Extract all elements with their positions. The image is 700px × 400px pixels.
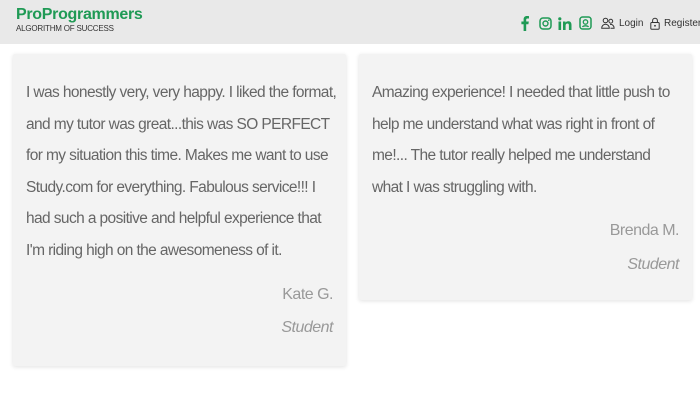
register-link[interactable]: Register <box>650 17 700 30</box>
testimonial-role: Student <box>281 319 333 336</box>
user-group-icon <box>601 17 615 29</box>
social-links <box>518 14 598 32</box>
instagram-icon[interactable] <box>538 15 552 31</box>
brand-name: ProProgrammers <box>16 6 143 23</box>
facebook-icon[interactable] <box>518 15 532 31</box>
testimonial-author: Kate G. <box>282 286 333 303</box>
brand-tagline: ALGORITHM OF SUCCESS <box>16 24 114 33</box>
login-label: Login <box>619 17 644 29</box>
chat-icon[interactable] <box>578 15 592 31</box>
testimonial-author: Brenda M. <box>609 222 680 239</box>
testimonial-card: Amazing experience! I needed that little… <box>359 54 692 300</box>
testimonial-text: I was honestly very, very happy. I liked… <box>26 84 337 259</box>
testimonial-role: Student <box>627 256 679 273</box>
linkedin-icon[interactable] <box>558 15 572 31</box>
testimonial-card: I was honestly very, very happy. I liked… <box>13 54 346 366</box>
register-label: Register <box>664 18 700 29</box>
lock-icon <box>650 17 660 30</box>
testimonial-text: Amazing experience! I needed that little… <box>372 84 670 196</box>
brand-logo[interactable]: ProProgrammers ALGORITHM OF SUCCESS <box>16 6 143 34</box>
login-link[interactable]: Login <box>601 17 643 29</box>
site-header: ProProgrammers ALGORITHM OF SUCCESS Logi… <box>0 0 700 44</box>
